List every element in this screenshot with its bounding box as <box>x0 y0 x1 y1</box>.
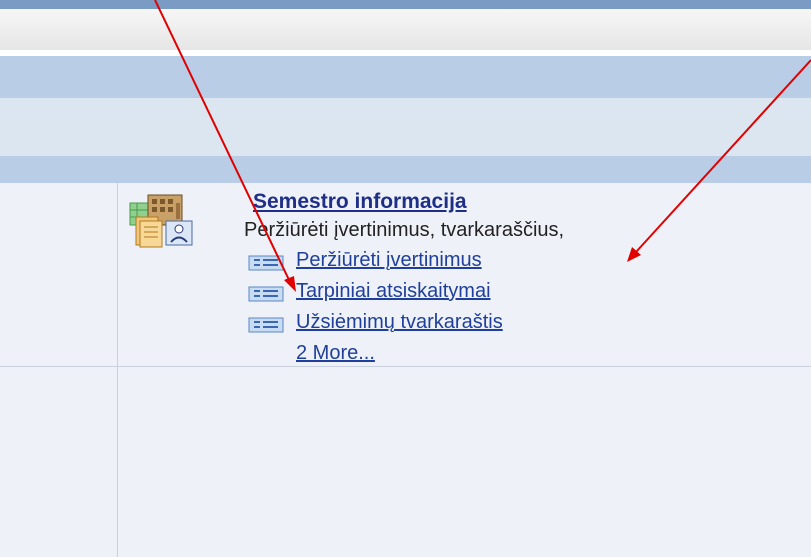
top-header-bar <box>0 0 811 9</box>
section-description: Peržiūrėti įvertinimus, tvarkaraščius, <box>244 219 565 241</box>
section-header-bar <box>0 156 811 183</box>
section-title-link[interactable]: Semestro informacija <box>253 190 467 214</box>
column-divider <box>117 183 118 557</box>
navigation-bar <box>0 56 811 98</box>
row-divider <box>0 366 811 367</box>
sub-navigation-bar <box>0 98 811 156</box>
link-label[interactable]: Peržiūrėti įvertinimus <box>296 249 482 272</box>
list-item-icon <box>248 286 284 302</box>
toolbar-strip <box>0 9 811 51</box>
list-item-icon <box>248 317 284 333</box>
documents-building-person-icon <box>129 194 193 248</box>
more-links[interactable]: 2 More... <box>296 342 375 365</box>
list-item-icon <box>248 255 284 271</box>
link-label[interactable]: Užsiėmimų tvarkaraštis <box>296 311 503 334</box>
link-label[interactable]: Tarpiniai atsiskaitymai <box>296 280 491 303</box>
